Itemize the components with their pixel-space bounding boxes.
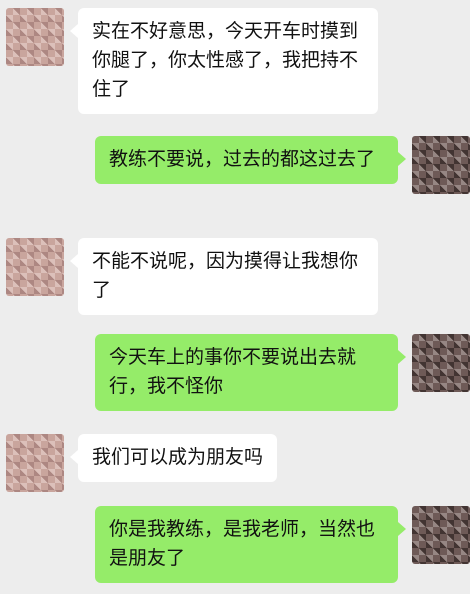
self-avatar[interactable] — [412, 334, 470, 392]
message-row-incoming: 实在不好意思，今天开车时摸到你腿了，你太性感了，我把持不住了 — [6, 8, 378, 114]
message-bubble-incoming[interactable]: 实在不好意思，今天开车时摸到你腿了，你太性感了，我把持不住了 — [70, 8, 378, 114]
message-row-outgoing: 你是我教练，是我老师，当然也是朋友了 — [95, 506, 470, 583]
message-bubble-incoming[interactable]: 不能不说呢，因为摸得让我想你了 — [70, 238, 378, 315]
message-row-incoming: 不能不说呢，因为摸得让我想你了 — [6, 238, 378, 315]
message-row-outgoing: 教练不要说，过去的都这过去了 — [95, 136, 470, 194]
message-row-incoming: 我们可以成为朋友吗 — [6, 434, 278, 492]
message-bubble-outgoing[interactable]: 今天车上的事你不要说出去就行，我不怪你 — [95, 334, 406, 411]
contact-avatar[interactable] — [6, 434, 64, 492]
contact-avatar[interactable] — [6, 8, 64, 66]
message-bubble-incoming[interactable]: 我们可以成为朋友吗 — [69, 434, 278, 482]
contact-avatar[interactable] — [6, 238, 64, 296]
message-bubble-outgoing[interactable]: 教练不要说，过去的都这过去了 — [95, 136, 406, 184]
message-bubble-outgoing[interactable]: 你是我教练，是我老师，当然也是朋友了 — [95, 506, 406, 583]
self-avatar[interactable] — [412, 136, 470, 194]
chat-message-list[interactable]: 实在不好意思，今天开车时摸到你腿了，你太性感了，我把持不住了 教练不要说，过去的… — [0, 0, 470, 594]
message-row-outgoing: 今天车上的事你不要说出去就行，我不怪你 — [95, 334, 470, 411]
self-avatar[interactable] — [412, 506, 470, 564]
